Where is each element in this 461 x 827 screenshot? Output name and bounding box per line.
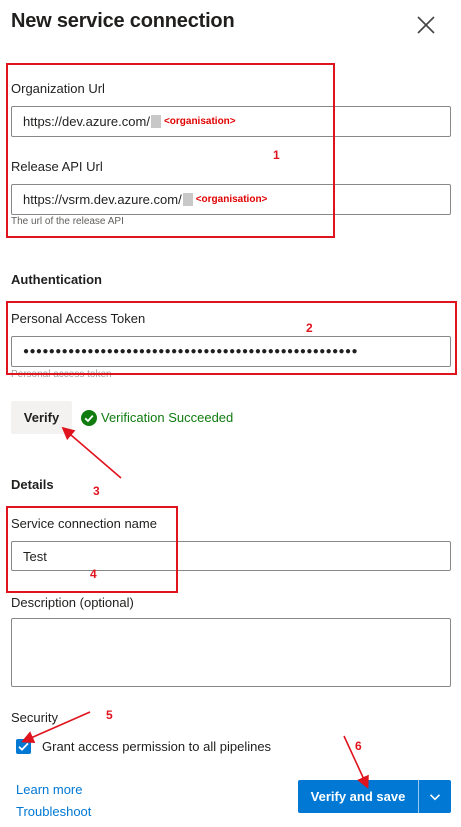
- checkmark-icon: [18, 742, 29, 751]
- annotation-box-2: [6, 301, 457, 375]
- annotation-number-6: 6: [355, 739, 362, 753]
- check-circle-icon: [81, 410, 97, 426]
- troubleshoot-link[interactable]: Troubleshoot: [16, 804, 91, 819]
- verify-and-save-split-button: Verify and save: [298, 780, 451, 813]
- close-icon[interactable]: [414, 13, 438, 37]
- panel-title: New service connection: [11, 10, 235, 32]
- annotation-number-1: 1: [273, 148, 280, 162]
- annotation-number-5: 5: [106, 708, 113, 722]
- description-label: Description (optional): [11, 595, 134, 610]
- authentication-heading: Authentication: [11, 272, 102, 287]
- annotation-number-4: 4: [90, 567, 97, 581]
- verify-and-save-button[interactable]: Verify and save: [298, 780, 418, 813]
- grant-access-checkbox[interactable]: [16, 739, 31, 754]
- annotation-number-2: 2: [306, 321, 313, 335]
- verification-status: Verification Succeeded: [101, 410, 234, 425]
- security-heading: Security: [11, 710, 58, 725]
- grant-access-label[interactable]: Grant access permission to all pipelines: [42, 739, 271, 754]
- annotation-arrow-3: [61, 426, 122, 479]
- learn-more-link[interactable]: Learn more: [16, 782, 82, 797]
- annotation-number-3: 3: [93, 484, 100, 498]
- chevron-down-icon[interactable]: [419, 780, 451, 813]
- description-textarea[interactable]: [11, 618, 451, 687]
- details-heading: Details: [11, 477, 54, 492]
- verify-button[interactable]: Verify: [11, 401, 72, 434]
- annotation-box-1: [6, 63, 335, 238]
